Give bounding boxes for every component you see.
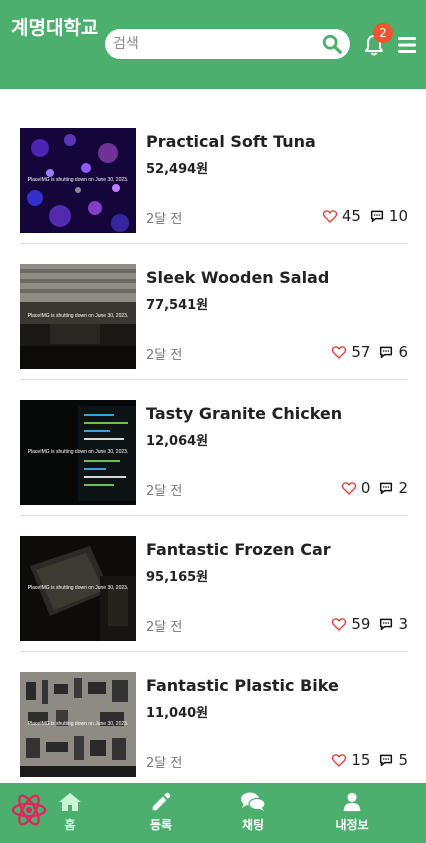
comment-count: 3 [398,615,408,633]
chat-bubble-icon[interactable] [378,480,394,496]
chat-bubble-icon[interactable] [378,344,394,360]
product-price: 11,040원 [146,706,209,721]
product-title[interactable]: Practical Soft Tuna [146,132,316,151]
comment-count: 10 [388,207,408,225]
product-time: 2달 전 [146,348,183,363]
nav-home[interactable]: 홈 [40,791,100,833]
nav-register-label: 등록 [149,818,173,832]
product-price: 12,064원 [146,434,209,449]
product-time: 2달 전 [146,756,183,771]
chat-icon [241,792,266,811]
product-list: PlaceIMG is shutting down on June 30, 20… [20,108,408,788]
product-thumbnail[interactable]: PlaceIMG is shutting down on June 30, 20… [20,264,136,369]
app-header: 계명대학교 2 [0,0,426,89]
product-stats: 57 6 [331,343,408,361]
heart-icon[interactable] [341,480,357,496]
like-count: 59 [351,615,371,633]
product-time: 2달 전 [146,620,183,635]
product-item[interactable]: PlaceIMG is shutting down on June 30, 20… [20,652,408,788]
product-item[interactable]: PlaceIMG is shutting down on June 30, 20… [20,380,408,516]
nav-chat-label: 채팅 [241,818,265,832]
thumbnail-caption: PlaceIMG is shutting down on June 30, 20… [27,449,129,455]
heart-icon[interactable] [331,752,347,768]
product-title[interactable]: Tasty Granite Chicken [146,404,342,423]
chat-bubble-icon[interactable] [378,616,394,632]
comment-count: 2 [398,479,408,497]
like-count: 57 [351,343,371,361]
product-stats: 15 5 [331,751,408,769]
bottom-nav: 홈 등록 채팅 내정보 [0,783,426,843]
comment-count: 6 [398,343,408,361]
product-stats: 59 3 [331,615,408,633]
nav-register[interactable]: 등록 [131,791,191,833]
product-stats: 0 2 [341,479,408,497]
menu-icon[interactable] [397,35,417,55]
nav-chat[interactable]: 채팅 [223,791,283,833]
chat-bubble-icon[interactable] [378,752,394,768]
user-icon [343,792,361,812]
thumbnail-caption: PlaceIMG is shutting down on June 30, 20… [27,313,129,319]
product-time: 2달 전 [146,484,183,499]
chat-bubble-icon[interactable] [369,208,385,224]
thumbnail-caption: PlaceIMG is shutting down on June 30, 20… [27,585,129,591]
heart-icon[interactable] [331,616,347,632]
product-time: 2달 전 [146,212,183,227]
product-price: 95,165원 [146,570,209,585]
heart-icon[interactable] [331,344,347,360]
notification-badge: 2 [373,23,393,43]
product-title[interactable]: Sleek Wooden Salad [146,268,329,287]
search-input[interactable] [113,32,313,56]
pencil-icon [152,792,171,811]
like-count: 15 [351,751,371,769]
nav-profile[interactable]: 내정보 [322,791,382,833]
product-item[interactable]: PlaceIMG is shutting down on June 30, 20… [20,108,408,244]
thumbnail-caption: PlaceIMG is shutting down on June 30, 20… [27,721,129,727]
product-item[interactable]: PlaceIMG is shutting down on June 30, 20… [20,244,408,380]
product-item[interactable]: PlaceIMG is shutting down on June 30, 20… [20,516,408,652]
brand-title[interactable]: 계명대학교 [11,14,98,43]
product-price: 77,541원 [146,298,209,313]
home-icon [59,793,81,811]
nav-home-label: 홈 [64,818,76,832]
product-stats: 45 10 [322,207,408,225]
thumbnail-caption: PlaceIMG is shutting down on June 30, 20… [27,177,129,183]
nav-profile-label: 내정보 [335,818,369,832]
product-title[interactable]: Fantastic Plastic Bike [146,676,339,695]
product-thumbnail[interactable]: PlaceIMG is shutting down on June 30, 20… [20,128,136,233]
product-thumbnail[interactable]: PlaceIMG is shutting down on June 30, 20… [20,400,136,505]
like-count: 0 [360,479,371,497]
comment-count: 5 [398,751,408,769]
search-icon[interactable] [321,33,343,55]
heart-icon[interactable] [322,208,338,224]
product-title[interactable]: Fantastic Frozen Car [146,540,331,559]
like-count: 45 [341,207,361,225]
search-bar [105,29,350,59]
product-price: 52,494원 [146,162,209,177]
product-thumbnail[interactable]: PlaceIMG is shutting down on June 30, 20… [20,536,136,641]
product-thumbnail[interactable]: PlaceIMG is shutting down on June 30, 20… [20,672,136,777]
